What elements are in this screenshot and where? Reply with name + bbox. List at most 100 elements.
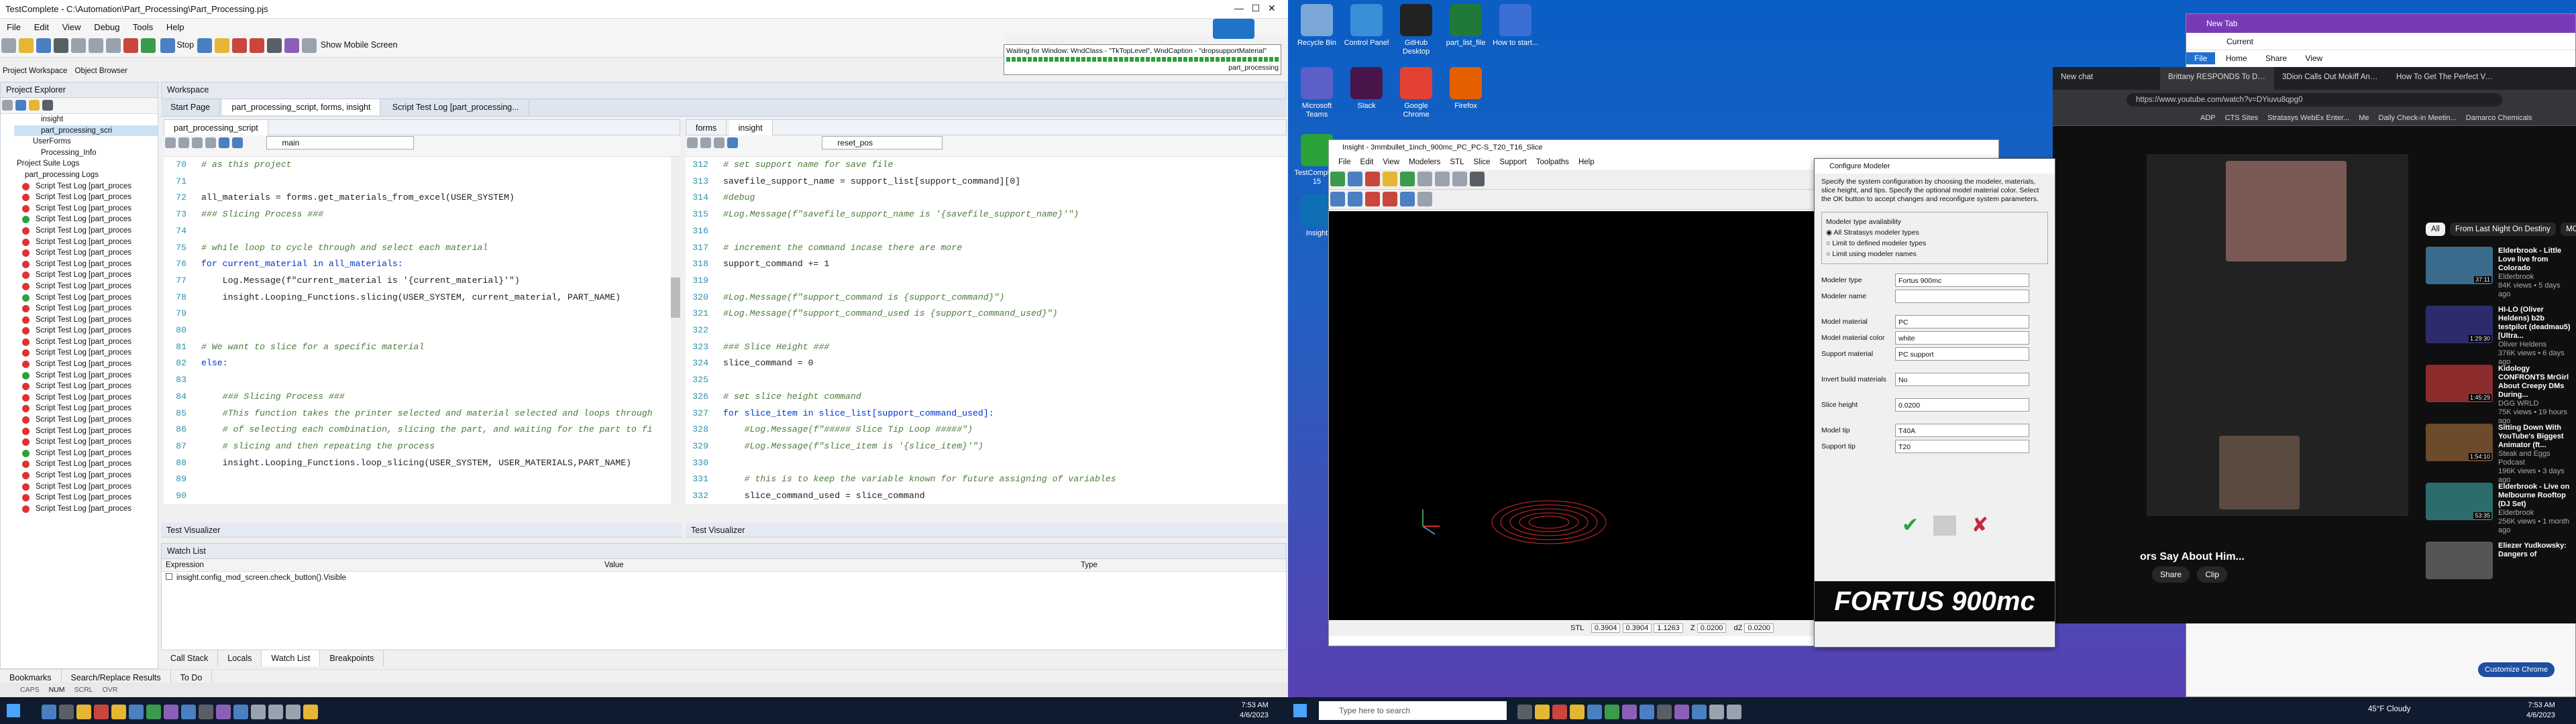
log-item[interactable]: Script Test Log [part_proces <box>1 203 158 215</box>
tree-item-part-processing[interactable]: part_processing_scri <box>14 125 158 137</box>
desktop-icon[interactable]: part_list_file <box>1441 4 1491 48</box>
curve-icon[interactable] <box>1365 192 1380 206</box>
bookmark-adp[interactable]: ADP <box>2200 114 2216 122</box>
explorer-add-icon[interactable] <box>15 100 26 111</box>
tree-item-logs[interactable]: part_processing Logs <box>14 170 158 181</box>
video-thumbnail[interactable]: 1:45:29 <box>2426 365 2493 402</box>
github-icon[interactable] <box>199 705 213 719</box>
browser-tab-3[interactable]: 3Dion Calls Out Mokiff And She... <box>2274 67 2388 90</box>
browser-tab-1[interactable]: New chat <box>2053 67 2160 90</box>
insight-fit-icon[interactable] <box>1452 172 1467 186</box>
ok-button[interactable]: ✔ <box>1902 514 1919 536</box>
weather[interactable]: 45°F Cloudy <box>2368 705 2410 713</box>
field-select[interactable]: white <box>1895 331 2029 345</box>
log-item[interactable]: Script Test Log [part_proces <box>1 359 158 370</box>
watch-checkbox[interactable] <box>166 573 172 580</box>
status-dz-value[interactable]: 0.0200 <box>1744 623 1774 633</box>
vscode-icon[interactable] <box>181 705 196 719</box>
r-outdent-icon[interactable] <box>700 137 711 148</box>
log-item[interactable]: Script Test Log [part_proces <box>1 259 158 270</box>
tree-item-insight[interactable]: insight <box>14 114 158 125</box>
comment-icon[interactable] <box>192 137 203 148</box>
uncomment-icon[interactable] <box>205 137 216 148</box>
log-item[interactable]: Script Test Log [part_proces <box>1 314 158 326</box>
log-item[interactable]: Script Test Log [part_proces <box>1 292 158 304</box>
firefox-icon[interactable] <box>111 705 126 719</box>
start-icon[interactable] <box>7 704 20 717</box>
log-item[interactable]: Script Test Log [part_proces <box>1 381 158 392</box>
undo-icon[interactable] <box>89 38 103 53</box>
insight-menu-item[interactable]: Slice <box>1473 158 1490 166</box>
task-view-icon[interactable] <box>59 705 74 719</box>
r-nav-back-icon[interactable] <box>727 137 738 148</box>
task2-word-icon[interactable] <box>1692 705 1707 719</box>
view-icon[interactable] <box>1417 192 1432 206</box>
tab-locals[interactable]: Locals <box>218 650 262 666</box>
log-item[interactable]: Script Test Log [part_proces <box>1 414 158 426</box>
bookmark-cts[interactable]: CTS Sites <box>2225 114 2259 122</box>
desktop-icon[interactable]: Microsoft Teams <box>1292 67 1342 119</box>
desktop-icon[interactable]: GitHub Desktop <box>1391 4 1441 56</box>
layer-icon[interactable] <box>1348 192 1362 206</box>
log-item[interactable]: Script Test Log [part_proces <box>1 470 158 481</box>
menu-view[interactable]: View <box>62 22 81 32</box>
desktop-icon[interactable]: Firefox <box>1441 67 1491 111</box>
related-video[interactable]: 1:54:10 Sitting Down With YouTube's Bigge… <box>2426 424 2573 484</box>
bookmark-webex[interactable]: Stratasys WebEx Enter... <box>2267 114 2349 122</box>
watch-row[interactable]: insight.config_mod_screen.check_button()… <box>162 572 1286 584</box>
window-controls[interactable]: — ☐ ✕ <box>1234 3 1276 14</box>
indent-icon[interactable] <box>165 137 176 148</box>
open-icon[interactable] <box>19 38 34 53</box>
taskbar-search[interactable]: Type here to search <box>1319 701 1507 720</box>
insight-settings-icon[interactable] <box>1470 172 1485 186</box>
log-item[interactable]: Script Test Log [part_proces <box>1 492 158 503</box>
task2-vscode-icon[interactable] <box>1640 705 1654 719</box>
field-select[interactable]: PC <box>1895 315 2029 328</box>
address-bar[interactable]: https://www.youtube.com/watch?v=DYiuvu8q… <box>2127 93 2502 107</box>
desktop-icon[interactable]: Slack <box>1342 67 1391 111</box>
tab-project-workspace[interactable]: Project Workspace <box>0 67 70 75</box>
field-select[interactable]: T20 <box>1895 440 2029 453</box>
tab-watch-list[interactable]: Watch List <box>262 650 321 666</box>
recording-toolbar[interactable] <box>1213 19 1254 39</box>
radio-names[interactable]: ○ Limit using modeler names <box>1826 249 2043 259</box>
mobile-icon[interactable] <box>302 38 317 53</box>
explorer-folder-icon[interactable] <box>29 100 40 111</box>
tab-start-page[interactable]: Start Page <box>161 99 221 115</box>
step-icon[interactable] <box>215 38 230 53</box>
tab-breakpoints[interactable]: Breakpoints <box>320 650 384 666</box>
ribbon-share[interactable]: Share <box>2257 54 2295 63</box>
word-icon[interactable] <box>233 705 248 719</box>
desktop-icon[interactable]: Google Chrome <box>1391 67 1441 119</box>
video-thumbnail[interactable]: 1:29:30 <box>2426 306 2493 343</box>
record-icon[interactable] <box>123 38 138 53</box>
task2-view-icon[interactable] <box>1517 705 1532 719</box>
breakpoint-icon[interactable] <box>232 38 248 53</box>
task2-explorer-icon[interactable] <box>1535 705 1550 719</box>
log-item[interactable]: Script Test Log [part_proces <box>1 436 158 448</box>
log-item[interactable]: Script Test Log [part_proces <box>1 347 158 359</box>
related-video[interactable]: Eliezer Yudkowsky: Dangers of <box>2426 542 2573 595</box>
teams-icon[interactable] <box>164 705 178 719</box>
debug-icon[interactable] <box>250 38 265 53</box>
log-item[interactable]: Script Test Log [part_proces <box>1 337 158 348</box>
desktop-icon[interactable]: Recycle Bin <box>1292 4 1342 48</box>
ribbon-file[interactable]: File <box>2186 52 2216 64</box>
field-select[interactable] <box>1895 290 2029 303</box>
region-icon[interactable] <box>1383 192 1397 206</box>
log-item[interactable]: Script Test Log [part_proces <box>1 192 158 203</box>
tab-left-script[interactable]: part_processing_script <box>164 120 268 136</box>
nav-forward-icon[interactable] <box>232 137 243 148</box>
insight-open-icon[interactable] <box>1330 172 1345 186</box>
tab-test-log[interactable]: Script Test Log [part_processing... <box>383 99 529 115</box>
save-icon[interactable] <box>36 38 51 53</box>
task2-teams-icon[interactable] <box>1622 705 1637 719</box>
tab-object-browser[interactable]: Object Browser <box>72 67 131 75</box>
log-item[interactable]: Script Test Log [part_proces <box>1 214 158 225</box>
log-item[interactable]: Script Test Log [part_proces <box>1 403 158 414</box>
redo-icon[interactable] <box>106 38 121 53</box>
right-code-editor[interactable]: 312 # set support name for save file 313 sa… <box>686 157 1287 504</box>
desktop-icon[interactable]: How to start... <box>1491 4 1540 48</box>
status-z-value[interactable]: 0.0200 <box>1697 623 1727 633</box>
related-video[interactable]: 1:29:30 HI-LO (Oliver Heldens) b2b testpi… <box>2426 306 2573 366</box>
